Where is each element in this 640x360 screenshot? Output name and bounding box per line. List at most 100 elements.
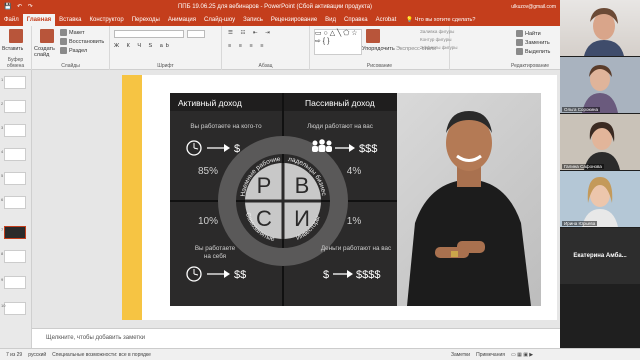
tr-percent: 4% [347, 166, 362, 177]
paste-label: Вставить [2, 46, 24, 52]
reset-button[interactable]: Восстановить [60, 38, 104, 45]
layout-button[interactable]: Макет [60, 29, 85, 36]
arrow-right-icon [207, 144, 230, 152]
quick-access-toolbar[interactable]: 💾 ↶ ↷ [0, 3, 60, 10]
slide-thumbnail[interactable]: 6 [1, 196, 26, 209]
tab-acrobat[interactable]: Acrobat [372, 14, 401, 26]
tab-insert[interactable]: Вставка [55, 14, 85, 26]
view-buttons[interactable]: ▭ ▦ ▣ ▶ [511, 352, 533, 358]
slide-thumbnail[interactable]: 9 [1, 276, 26, 289]
letter-i: И [294, 206, 310, 231]
slide-thumbnail[interactable]: 8 [1, 250, 26, 263]
thumbnail-number: 10 [1, 303, 6, 308]
slide-thumbnail[interactable]: 10 [1, 302, 26, 315]
thumbnail-number: 7 [1, 227, 4, 232]
participant-name: Ирина Юрьева [562, 221, 598, 226]
shape-outline-button[interactable]: Контур фигуры [420, 37, 451, 42]
find-icon [516, 30, 523, 37]
bl-subtitle-line1: Вы работаете [195, 244, 236, 252]
select-icon [516, 48, 523, 55]
align-buttons[interactable]: ≡ ≡ ≡ ≡ [228, 43, 266, 49]
section-button[interactable]: Раздел [60, 47, 87, 54]
ribbon: Вставить Буфер обмена Создать слайд Маке… [0, 26, 560, 70]
person-illustration [407, 111, 531, 306]
font-family-box[interactable] [114, 30, 184, 38]
tab-help[interactable]: Справка [340, 14, 372, 26]
layout-label: Макет [69, 29, 85, 36]
arrange-button[interactable] [366, 29, 382, 43]
slide-editor-area: Активный доход Пассивный доход Вы работа… [32, 70, 560, 328]
clock-icon [186, 140, 202, 156]
participant-name: Галина Сафонова [562, 164, 604, 169]
slides-group: Создать слайд Макет Восстановить Раздел … [32, 26, 110, 70]
paragraph-group-label: Абзац [258, 63, 273, 69]
tell-me-search[interactable]: 💡 Что вы хотите сделать? [400, 14, 475, 26]
slide-canvas[interactable]: Активный доход Пассивный доход Вы работа… [122, 75, 557, 320]
tell-me-label: Что вы хотите сделать? [414, 17, 476, 23]
status-bar: 7 из 29 русский Специальные возможности:… [0, 348, 640, 360]
paste-button[interactable] [9, 29, 25, 43]
clock-icon [186, 266, 202, 282]
slide-thumbnail-selected[interactable]: 7 [1, 226, 26, 239]
ribbon-tabs: Файл Главная Вставка Конструктор Переход… [0, 13, 560, 26]
paste-icon [9, 29, 23, 43]
tab-animations[interactable]: Анимация [164, 14, 200, 26]
slide-counter: 7 из 29 [6, 351, 23, 358]
new-slide-button[interactable] [40, 29, 56, 43]
find-button[interactable]: Найти [516, 30, 541, 37]
layout-icon [60, 29, 67, 36]
notes-pane[interactable]: Щелкните, чтобы добавить заметки [32, 328, 560, 348]
notes-toggle-button[interactable]: Заметки [451, 352, 470, 358]
replace-button[interactable]: Заменить [516, 39, 550, 46]
slide-thumbnail[interactable]: 1 [1, 76, 26, 89]
drawing-group: ▭ ○ △ ╲ ⬠ ☆ ⇨ { } Упорядочить Экспресс-с… [310, 26, 458, 70]
thumbnail-number: 2 [1, 101, 4, 106]
slide-thumbnail[interactable]: 3 [1, 124, 26, 137]
participant-tile[interactable] [560, 0, 640, 56]
comments-toggle-button[interactable]: Примечания [476, 352, 505, 358]
tab-home[interactable]: Главная [22, 14, 56, 26]
thumbnail-number: 9 [1, 277, 4, 282]
slide-thumbnail[interactable]: 5 [1, 172, 26, 185]
shapes-gallery[interactable]: ▭ ○ △ ╲ ⬠ ☆ ⇨ { } [314, 29, 362, 55]
thumbnail-number: 8 [1, 251, 4, 256]
language-indicator[interactable]: русский [28, 352, 46, 358]
arrow-right-icon [335, 144, 355, 152]
tl-money: $ [234, 143, 240, 155]
tab-record[interactable]: Запись [239, 14, 267, 26]
participant-video [582, 65, 618, 113]
slide-thumbnail[interactable]: 4 [1, 148, 26, 161]
participant-tile-no-video[interactable]: Екатерина Амба... [560, 228, 640, 284]
slide-thumbnail[interactable]: 2 [1, 100, 26, 113]
tab-file[interactable]: Файл [0, 14, 23, 26]
tab-design[interactable]: Конструктор [85, 14, 127, 26]
participant-tile[interactable]: Галина Сафонова [560, 114, 640, 170]
thumbnail-number: 4 [1, 149, 4, 154]
user-account[interactable]: ulkuzov@gmail.com [490, 4, 560, 10]
new-slide-label: Создать слайд [34, 46, 55, 58]
select-button[interactable]: Выделить [516, 48, 550, 55]
tl-subtitle: Вы работаете на кого-то [190, 122, 262, 130]
arrow-right-icon [333, 270, 353, 278]
tab-review[interactable]: Рецензирование [267, 14, 321, 26]
cashflow-quadrant-svg: Активный доход Пассивный доход Вы работа… [168, 88, 397, 306]
accessibility-status[interactable]: Специальные возможности: все в порядке [52, 352, 151, 358]
list-buttons[interactable]: ☰ ☷ ⇤ ⇥ [228, 30, 273, 36]
tab-slideshow[interactable]: Слайд-шоу [200, 14, 239, 26]
tab-view[interactable]: Вид [321, 14, 340, 26]
participant-name: Ольга Сорокина [562, 107, 600, 112]
cashflow-quadrant-diagram[interactable]: Активный доход Пассивный доход Вы работа… [168, 88, 397, 306]
section-icon [60, 47, 67, 54]
slides-group-label: Слайды [61, 63, 80, 69]
font-size-box[interactable] [187, 30, 205, 38]
participant-name: Екатерина Амба... [573, 253, 627, 259]
video-conference-panel: Ольга Сорокина Галина Сафонова Ирина Юрь… [560, 0, 640, 348]
bl-money: $$ [234, 269, 246, 281]
font-format-buttons[interactable]: Ж К Ч S ab [114, 43, 172, 49]
speaker-photo[interactable] [397, 93, 541, 306]
participant-tile[interactable]: Ольга Сорокина [560, 57, 640, 113]
bl-subtitle-line2: на себя [204, 252, 226, 260]
tab-transitions[interactable]: Переходы [128, 14, 164, 26]
thumbnail-number: 5 [1, 173, 4, 178]
participant-tile[interactable]: Ирина Юрьева [560, 171, 640, 227]
